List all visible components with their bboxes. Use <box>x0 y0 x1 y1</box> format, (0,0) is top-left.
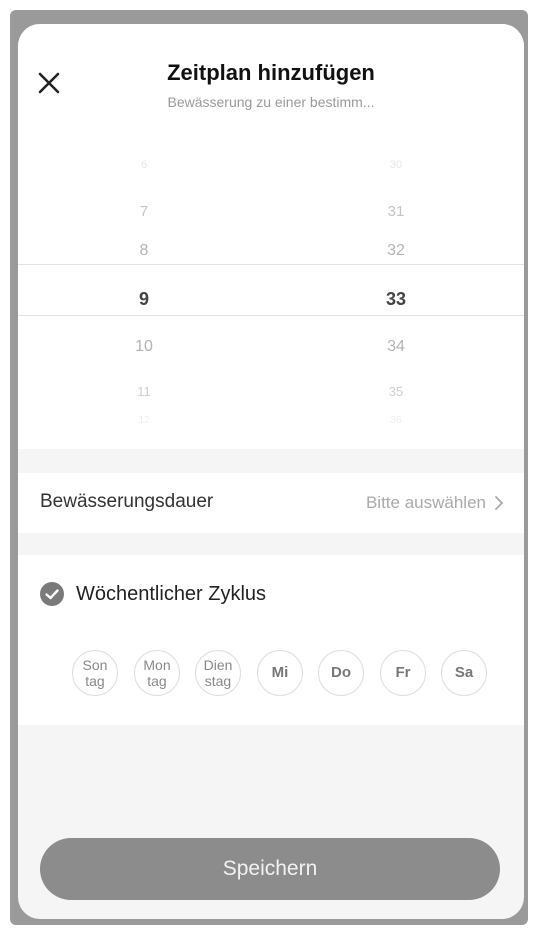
weekday-button[interactable]: Mi <box>257 650 303 696</box>
minute-option[interactable]: 31 <box>336 203 456 220</box>
page-title: Zeitplan hinzufügen <box>167 60 375 85</box>
hour-option[interactable]: 11 <box>84 384 204 399</box>
weekday-button[interactable]: Fr <box>380 650 426 696</box>
weekly-cycle-section: Wöchentlicher Zyklus Son tag Mon tag Dien … <box>18 555 524 725</box>
weekday-button[interactable]: Dien stag <box>195 650 241 696</box>
minute-option[interactable]: 36 <box>336 415 456 426</box>
hour-wheel[interactable]: 6 7 8 9 10 11 12 <box>84 124 204 449</box>
add-schedule-sheet: Zeitplan hinzufügen Bewässerung zu einer… <box>18 24 524 919</box>
minute-wheel[interactable]: 30 31 32 33 34 35 36 <box>336 124 456 449</box>
watering-duration-row[interactable]: Bewässerungsdauer Bitte auswählen <box>18 473 524 533</box>
weekly-cycle-label: Wöchentlicher Zyklus <box>76 583 267 605</box>
duration-label: Bewässerungsdauer <box>40 491 214 512</box>
weekday-button[interactable]: Sa <box>441 650 487 696</box>
hour-option[interactable]: 8 <box>84 242 204 260</box>
minute-option[interactable]: 30 <box>336 159 456 171</box>
page-subtitle: Bewässerung zu einer bestimm... <box>167 94 375 110</box>
weekday-button[interactable]: Mon tag <box>134 650 180 696</box>
minute-option[interactable]: 34 <box>336 338 456 356</box>
hour-option[interactable]: 7 <box>84 203 204 220</box>
minute-option[interactable]: 33 <box>336 289 456 310</box>
weekday-button[interactable]: Do <box>318 650 364 696</box>
hour-option[interactable]: 9 <box>84 289 204 310</box>
check-circle-icon[interactable] <box>40 582 64 606</box>
time-picker[interactable]: 6 7 8 9 10 11 12 30 31 32 33 34 35 36 <box>18 124 524 449</box>
minute-option[interactable]: 32 <box>336 242 456 260</box>
save-button[interactable]: Speichern <box>40 838 500 900</box>
weekday-button[interactable]: Son tag <box>72 650 118 696</box>
sheet-header: Zeitplan hinzufügen Bewässerung zu einer… <box>18 24 524 124</box>
duration-value: Bitte auswählen <box>365 493 486 512</box>
hour-option[interactable]: 10 <box>84 338 204 356</box>
minute-option[interactable]: 35 <box>336 384 456 399</box>
hour-option[interactable]: 6 <box>84 159 204 171</box>
chevron-right-icon <box>495 496 504 510</box>
hour-option[interactable]: 12 <box>84 415 204 426</box>
